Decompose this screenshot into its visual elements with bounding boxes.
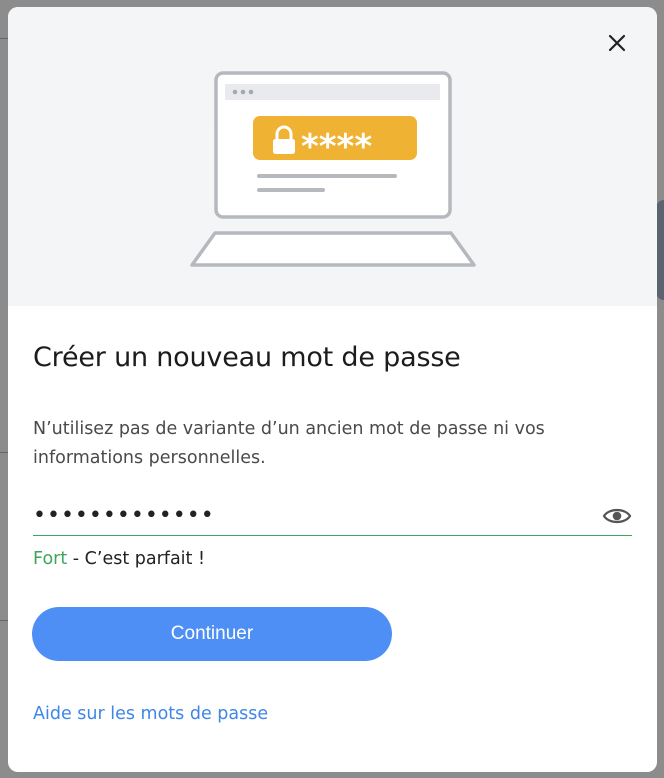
background-illustration bbox=[656, 200, 664, 300]
close-icon bbox=[608, 34, 626, 52]
show-password-button[interactable] bbox=[602, 503, 632, 529]
close-button[interactable] bbox=[603, 29, 631, 57]
dialog-title: Créer un nouveau mot de passe bbox=[33, 342, 461, 373]
password-strength: Fort - C’est parfait ! bbox=[33, 549, 205, 569]
strength-separator: - bbox=[67, 549, 85, 569]
password-help-link[interactable]: Aide sur les mots de passe bbox=[33, 704, 268, 724]
eye-icon bbox=[602, 508, 632, 524]
create-password-dialog: **** Créer un nouveau mot de passe N’uti… bbox=[8, 7, 657, 772]
continue-button[interactable]: Continuer bbox=[32, 607, 392, 661]
dialog-hero: **** bbox=[8, 7, 657, 306]
dialog-description: N’utilisez pas de variante d’un ancien m… bbox=[33, 419, 545, 468]
laptop-password-illustration: **** bbox=[190, 71, 476, 267]
password-field bbox=[33, 497, 632, 536]
masked-password-text: **** bbox=[301, 127, 372, 167]
password-input[interactable] bbox=[33, 499, 593, 531]
strength-message: C’est parfait ! bbox=[84, 549, 205, 569]
strength-level: Fort bbox=[33, 549, 68, 569]
